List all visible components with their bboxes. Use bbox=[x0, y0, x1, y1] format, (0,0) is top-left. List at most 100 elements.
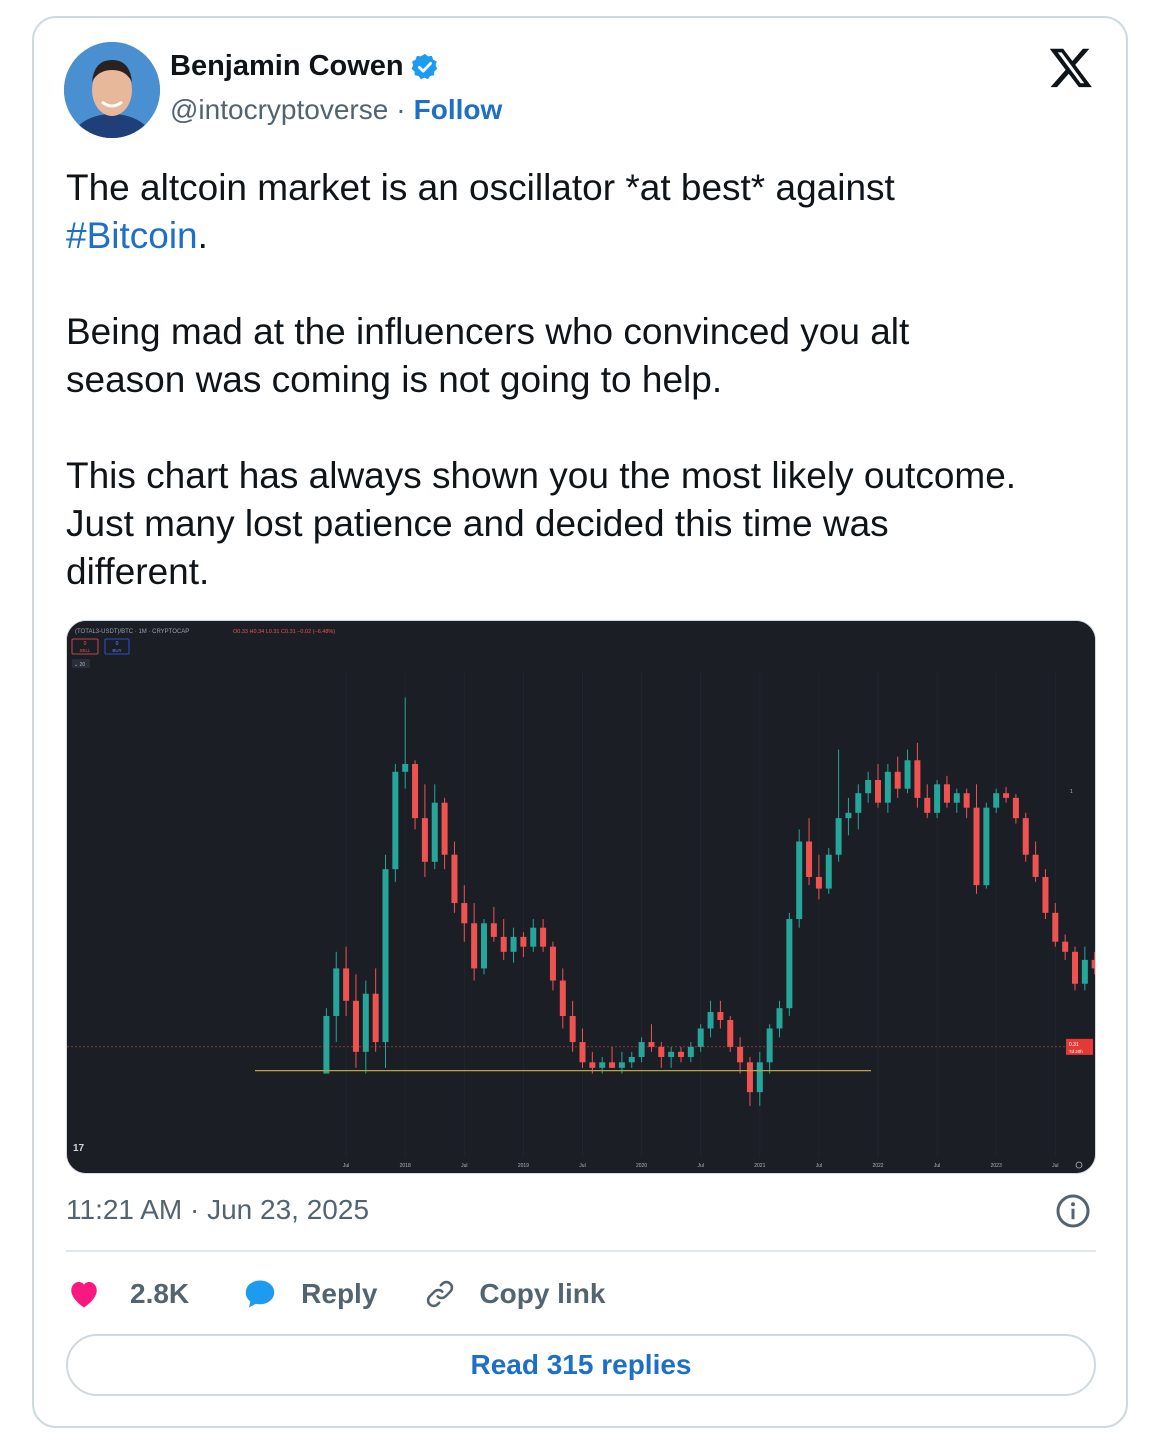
candle bbox=[806, 841, 813, 877]
candle bbox=[540, 927, 547, 947]
candle bbox=[727, 1020, 734, 1047]
candle bbox=[845, 812, 852, 819]
candle bbox=[441, 802, 448, 855]
x-tick-label: 2022 bbox=[872, 1163, 883, 1169]
tweet-line-1: The altcoin market is an oscillator *at … bbox=[66, 167, 895, 208]
candle bbox=[687, 1046, 694, 1057]
candle bbox=[372, 993, 379, 1043]
handle-separator: · bbox=[396, 94, 406, 125]
x-tick-label: Jul bbox=[1052, 1163, 1058, 1169]
x-tick-label: 2021 bbox=[754, 1163, 765, 1169]
candle bbox=[599, 1062, 606, 1068]
candle bbox=[638, 1042, 645, 1057]
x-logo-icon[interactable] bbox=[1048, 44, 1094, 90]
candle bbox=[520, 936, 527, 947]
author-name[interactable]: Benjamin Cowen bbox=[170, 50, 404, 83]
price-tag-countdown: 7d 20h bbox=[1069, 1049, 1083, 1054]
candle bbox=[362, 993, 369, 1052]
tweet-paragraph-2: Being mad at the influencers who convinc… bbox=[66, 311, 910, 400]
chart-symbol: (TOTAL3-USDT)/BTC · 1M · CRYPTOCAP bbox=[75, 629, 189, 635]
tweet-paragraph-3: This chart has always shown you the most… bbox=[66, 455, 1017, 592]
candle bbox=[815, 876, 822, 889]
hashtag-bitcoin[interactable]: #Bitcoin bbox=[66, 215, 198, 256]
candle bbox=[766, 1028, 773, 1063]
candle bbox=[914, 760, 921, 798]
candle bbox=[461, 903, 468, 924]
candle bbox=[648, 1042, 655, 1047]
candle bbox=[392, 771, 399, 870]
copy-link-label: Copy link bbox=[479, 1278, 606, 1309]
x-tick-label: 2023 bbox=[991, 1163, 1002, 1169]
candle bbox=[500, 936, 507, 952]
candle bbox=[352, 1000, 359, 1052]
candle bbox=[894, 771, 901, 789]
candle bbox=[421, 818, 428, 862]
candle bbox=[589, 1062, 596, 1068]
heart-icon bbox=[71, 1282, 97, 1308]
chart-image[interactable]: (TOTAL3-USDT)/BTC · 1M · CRYPTOCAP O0.33… bbox=[66, 620, 1096, 1174]
info-icon[interactable] bbox=[1055, 1193, 1091, 1229]
read-replies-button[interactable]: Read 315 replies bbox=[66, 1334, 1096, 1396]
candle bbox=[658, 1046, 665, 1057]
reply-bubble-icon bbox=[245, 1280, 275, 1308]
candle bbox=[796, 841, 803, 920]
candle bbox=[412, 764, 419, 819]
follow-button[interactable]: Follow bbox=[414, 94, 503, 126]
candle bbox=[451, 854, 458, 904]
action-bar: 2.8K Reply Copy link bbox=[66, 1272, 605, 1316]
candle bbox=[1032, 854, 1039, 877]
tweet-timestamp[interactable]: 11:21 AM · Jun 23, 2025 bbox=[66, 1194, 369, 1226]
x-tick-label: Jul bbox=[934, 1163, 940, 1169]
x-tick-label: Jul bbox=[343, 1163, 349, 1169]
candle bbox=[953, 793, 960, 803]
candle bbox=[678, 1051, 684, 1057]
candle bbox=[1091, 959, 1095, 969]
candle bbox=[865, 780, 872, 794]
candle bbox=[530, 927, 537, 947]
candle bbox=[924, 797, 931, 813]
x-tick-label: 2018 bbox=[400, 1163, 411, 1169]
candle bbox=[756, 1062, 763, 1093]
candle bbox=[963, 793, 970, 808]
candle bbox=[707, 1012, 714, 1029]
candle bbox=[549, 946, 556, 981]
candle bbox=[786, 919, 793, 1009]
x-tick-label: Jul bbox=[816, 1163, 822, 1169]
candle bbox=[1022, 818, 1029, 855]
candle bbox=[855, 793, 862, 813]
like-count: 2.8K bbox=[130, 1278, 190, 1309]
copy-link-button[interactable]: Copy link bbox=[421, 1275, 605, 1313]
candle bbox=[668, 1051, 675, 1057]
tradingview-logo: 17 bbox=[73, 1143, 85, 1154]
x-tick-label: Jul bbox=[461, 1163, 467, 1169]
avatar[interactable] bbox=[64, 42, 160, 138]
reply-label: Reply bbox=[301, 1278, 378, 1309]
candle bbox=[1052, 912, 1059, 942]
tweet-text: The altcoin market is an oscillator *at … bbox=[66, 164, 1096, 596]
divider bbox=[66, 1250, 1096, 1252]
candle bbox=[609, 1062, 616, 1068]
author-handle[interactable]: @intocryptoverse bbox=[170, 94, 388, 126]
tradingview-chart: (TOTAL3-USDT)/BTC · 1M · CRYPTOCAP O0.33… bbox=[67, 621, 1095, 1173]
candle bbox=[875, 780, 881, 803]
candle bbox=[1062, 941, 1069, 952]
link-icon bbox=[427, 1280, 454, 1308]
like-button[interactable]: 2.8K bbox=[66, 1276, 189, 1312]
x-tick-label: 2019 bbox=[518, 1163, 529, 1169]
candle bbox=[1012, 797, 1019, 819]
x-tick-label: Jul bbox=[579, 1163, 585, 1169]
sell-label: SELL bbox=[79, 648, 91, 653]
candle bbox=[323, 1015, 330, 1074]
handle-row: @intocryptoverse · Follow bbox=[170, 94, 502, 126]
candle bbox=[717, 1012, 724, 1021]
candle bbox=[1072, 951, 1078, 984]
x-tick-label: 2020 bbox=[636, 1163, 647, 1169]
candle bbox=[983, 807, 990, 886]
candle bbox=[510, 936, 517, 952]
candle bbox=[1081, 959, 1088, 984]
x-tick-label: Jul bbox=[697, 1163, 703, 1169]
indicator-label: ⌄ 20 bbox=[74, 662, 85, 668]
reply-button[interactable]: Reply bbox=[241, 1275, 377, 1313]
candle bbox=[884, 771, 891, 803]
price-tag-value: 0.31 bbox=[1069, 1042, 1079, 1048]
